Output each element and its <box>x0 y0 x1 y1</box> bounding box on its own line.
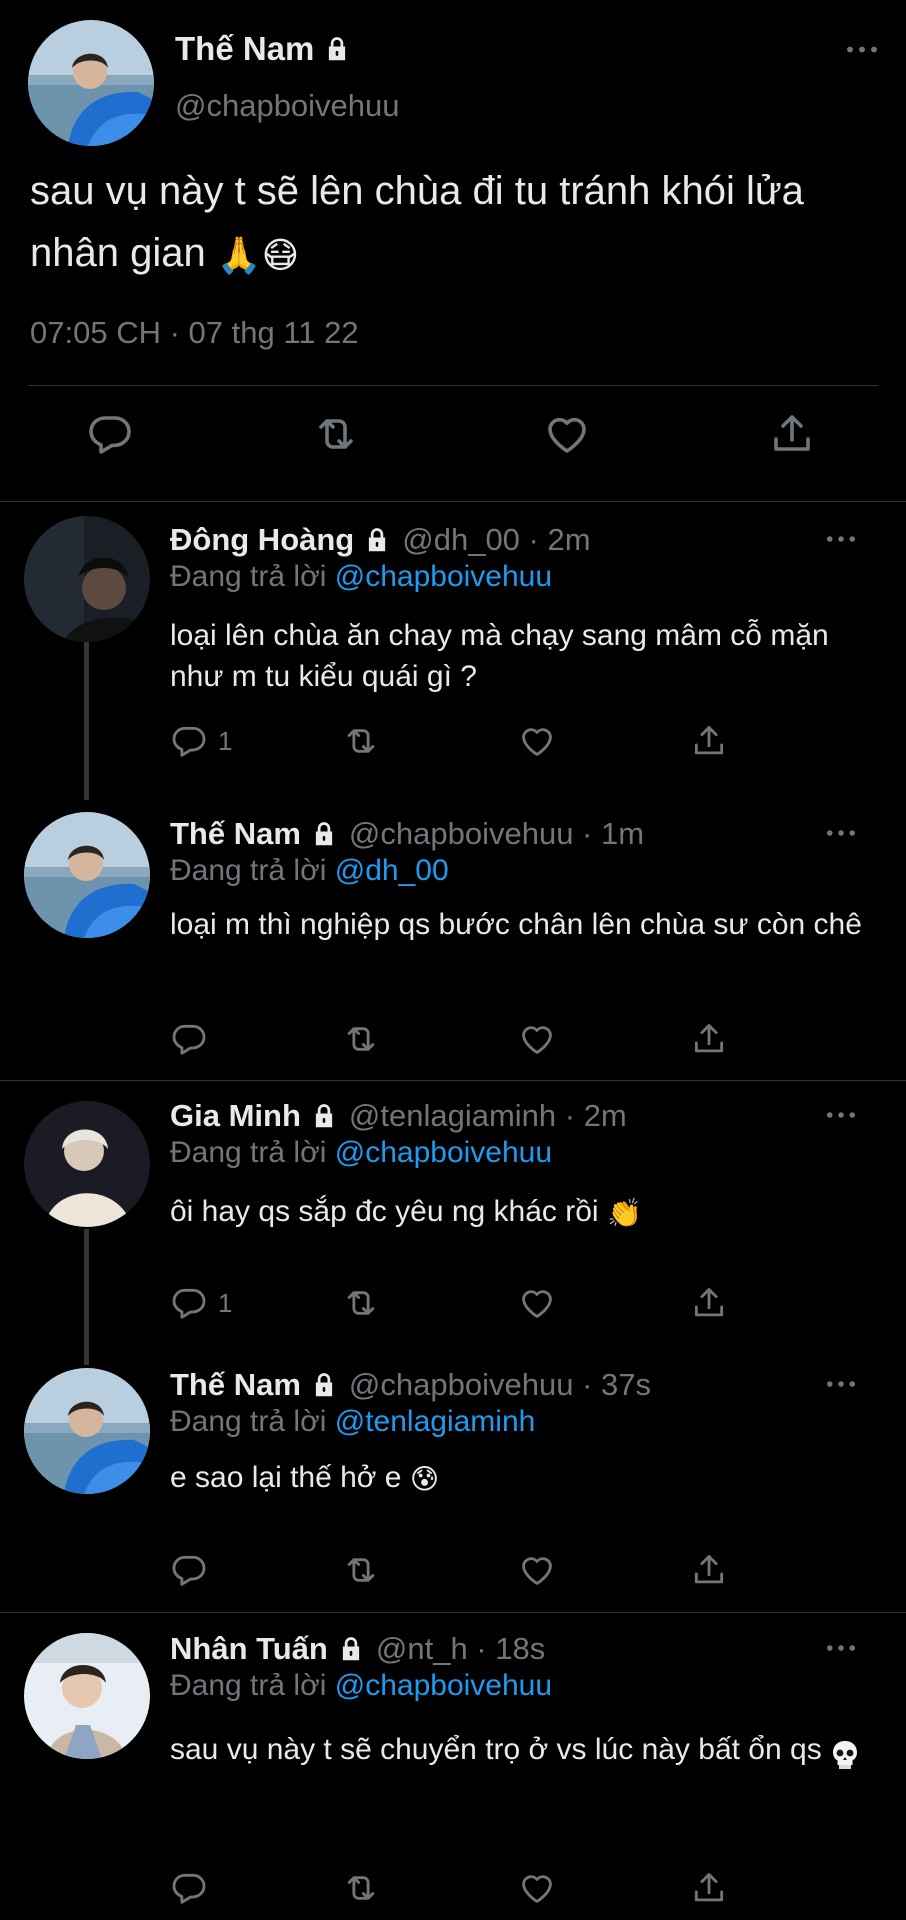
retweet-icon[interactable] <box>340 722 382 760</box>
author-meta[interactable]: @chapboivehuu · 37s <box>349 1367 651 1403</box>
replying-to: Đang trả lời @dh_00 <box>170 854 449 887</box>
like-icon[interactable] <box>517 1551 557 1589</box>
reply-icon[interactable] <box>170 1551 218 1589</box>
replying-to: Đang trả lời @chapboivehuu <box>170 1136 553 1169</box>
reply-tweet[interactable]: Thế Nam @chapboivehuu · 1m Đang trả lời … <box>0 800 906 1080</box>
author-name[interactable]: Thế Nam <box>175 30 352 68</box>
retweet-icon[interactable] <box>310 410 362 458</box>
lock-icon <box>362 525 392 555</box>
thread-line <box>84 1229 89 1365</box>
like-icon[interactable] <box>517 1020 557 1058</box>
retweet-icon[interactable] <box>340 1551 382 1589</box>
share-icon[interactable] <box>690 1284 728 1322</box>
thread-line <box>84 642 89 800</box>
avatar-the-nam[interactable] <box>24 1368 150 1494</box>
retweet-icon[interactable] <box>340 1284 382 1322</box>
replying-to: Đang trả lời @tenlagiaminh <box>170 1405 536 1438</box>
author-name[interactable]: Thế Nam <box>170 816 301 852</box>
reply-text: loại lên chùa ăn chay mà chạy sang mâm c… <box>170 619 829 693</box>
avatar-nhan-tuan[interactable] <box>24 1633 150 1759</box>
reply-actions <box>170 1869 730 1919</box>
reply-tweet[interactable]: Gia Minh @tenlagiaminh · 2m Đang trả lời… <box>0 1081 906 1365</box>
mention-link[interactable]: @chapboivehuu <box>335 560 552 593</box>
lock-icon <box>309 819 339 849</box>
divider <box>28 385 878 386</box>
more-icon[interactable] <box>826 534 856 544</box>
reply-header: Thế Nam @chapboivehuu · 37s <box>170 1367 651 1403</box>
author-meta[interactable]: @tenlagiaminh · 2m <box>349 1098 627 1134</box>
tweet-actions <box>28 410 878 480</box>
reply-tweet[interactable]: Đông Hoàng @dh_00 · 2m Đang trả lời @cha… <box>0 502 906 800</box>
author-meta[interactable]: @chapboivehuu · 1m <box>349 816 644 852</box>
author-meta[interactable]: @dh_00 · 2m <box>402 522 590 558</box>
share-icon[interactable] <box>690 1551 728 1589</box>
tweet-timestamp[interactable]: 07:05 CH · 07 thg 11 22 <box>30 315 359 351</box>
like-icon[interactable] <box>517 722 557 760</box>
author-name[interactable]: Gia Minh <box>170 1098 301 1134</box>
reply-icon[interactable]: 1 <box>170 722 232 760</box>
more-icon[interactable] <box>826 1110 856 1120</box>
emoji: 🙏😷 <box>216 234 300 276</box>
retweet-icon[interactable] <box>340 1020 382 1058</box>
author-name[interactable]: Đông Hoàng <box>170 522 354 558</box>
like-icon[interactable] <box>542 410 592 458</box>
reply-icon[interactable]: 1 <box>170 1284 232 1322</box>
avatar-the-nam[interactable] <box>28 20 154 146</box>
avatar-the-nam[interactable] <box>24 812 150 938</box>
reply-header: Nhân Tuấn @nt_h · 18s <box>170 1631 545 1667</box>
avatar-dong-hoang[interactable] <box>24 516 150 642</box>
author-name[interactable]: Thế Nam <box>170 1367 301 1403</box>
mention-link[interactable]: @chapboivehuu <box>335 1136 552 1169</box>
reply-icon[interactable] <box>170 1020 218 1058</box>
author-handle[interactable]: @chapboivehuu <box>175 88 400 124</box>
more-icon[interactable] <box>826 828 856 838</box>
reply-text: loại m thì nghiệp qs bước chân lên chùa … <box>170 908 862 941</box>
lock-icon <box>309 1370 339 1400</box>
reply-actions <box>170 1551 730 1601</box>
tweet-text: sau vụ này t sẽ lên chùa đi tu tránh khó… <box>30 169 804 276</box>
reply-actions: 1 <box>170 722 730 772</box>
reply-icon[interactable] <box>86 410 134 458</box>
more-icon[interactable] <box>826 1379 856 1389</box>
replying-to: Đang trả lời @chapboivehuu <box>170 560 553 593</box>
more-icon[interactable] <box>826 1643 856 1653</box>
lock-icon <box>309 1101 339 1131</box>
reply-header: Thế Nam @chapboivehuu · 1m <box>170 816 644 852</box>
anxious-face-emoji: 😰 <box>409 1463 440 1495</box>
mention-link[interactable]: @chapboivehuu <box>335 1669 552 1702</box>
main-tweet: Thế Nam @chapboivehuu sau vụ này t sẽ lê… <box>0 0 906 502</box>
avatar-gia-minh[interactable] <box>24 1101 150 1227</box>
clapping-emoji: 👏 <box>606 1197 642 1229</box>
more-icon[interactable] <box>846 44 878 55</box>
retweet-icon[interactable] <box>340 1869 382 1907</box>
share-icon[interactable] <box>690 722 728 760</box>
share-icon[interactable] <box>690 1869 728 1907</box>
reply-actions <box>170 1020 730 1070</box>
share-icon[interactable] <box>690 1020 728 1058</box>
mention-link[interactable]: @tenlagiaminh <box>335 1405 536 1438</box>
skull-emoji <box>830 1735 860 1770</box>
lock-icon <box>322 34 352 64</box>
reply-actions: 1 <box>170 1284 730 1334</box>
reply-text: sau vụ này t sẽ chuyển trọ ở vs lúc này … <box>170 1723 870 1777</box>
reply-header: Gia Minh @tenlagiaminh · 2m <box>170 1098 627 1134</box>
author-name[interactable]: Nhân Tuấn <box>170 1631 328 1667</box>
like-icon[interactable] <box>517 1284 557 1322</box>
reply-text: e sao lại thế hở e 😰 <box>170 1461 440 1495</box>
like-icon[interactable] <box>517 1869 557 1907</box>
reply-icon[interactable] <box>170 1869 218 1907</box>
reply-header: Đông Hoàng @dh_00 · 2m <box>170 522 591 558</box>
share-icon[interactable] <box>768 410 816 458</box>
mention-link[interactable]: @dh_00 <box>335 854 449 887</box>
reply-text: ôi hay qs sắp đc yêu ng khác rồi 👏 <box>170 1195 642 1229</box>
lock-icon <box>336 1634 366 1664</box>
reply-tweet[interactable]: Nhân Tuấn @nt_h · 18s Đang trả lời @chap… <box>0 1613 906 1920</box>
replying-to: Đang trả lời @chapboivehuu <box>170 1669 553 1702</box>
author-meta[interactable]: @nt_h · 18s <box>376 1631 545 1667</box>
reply-tweet[interactable]: Thế Nam @chapboivehuu · 37s Đang trả lời… <box>0 1365 906 1610</box>
